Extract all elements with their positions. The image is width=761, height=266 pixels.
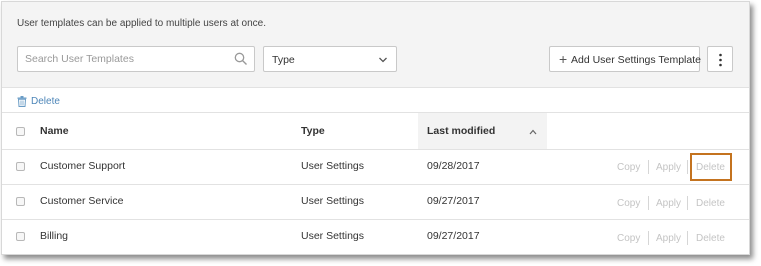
chevron-down-icon <box>379 57 387 63</box>
add-user-settings-template-button[interactable]: + Add User Settings Template <box>549 46 701 72</box>
delete-action[interactable]: Delete <box>696 198 725 209</box>
user-templates-panel: User templates can be applied to multipl… <box>1 1 750 255</box>
apply-action[interactable]: Apply <box>656 162 681 173</box>
template-name: Billing <box>40 230 69 242</box>
template-type: User Settings <box>301 160 365 172</box>
template-type: User Settings <box>301 195 365 207</box>
last-modified-date: 09/27/2017 <box>427 195 480 207</box>
search-box[interactable] <box>17 46 255 72</box>
action-separator <box>687 196 688 210</box>
column-header-name[interactable]: Name <box>40 125 69 137</box>
table-row: Customer Support User Settings 09/28/201… <box>2 149 749 184</box>
add-button-label: Add User Settings Template <box>571 54 701 66</box>
apply-action[interactable]: Apply <box>656 198 681 209</box>
copy-action[interactable]: Copy <box>617 198 640 209</box>
delete-action[interactable]: Delete <box>696 233 725 244</box>
row-checkbox[interactable] <box>16 232 25 241</box>
template-type: User Settings <box>301 230 365 242</box>
copy-action[interactable]: Copy <box>617 162 640 173</box>
more-options-button[interactable] <box>707 46 733 72</box>
table-row: Billing User Settings 09/27/2017 Copy Ap… <box>2 219 749 254</box>
template-name: Customer Service <box>40 195 124 207</box>
action-separator <box>648 160 649 174</box>
search-icon[interactable] <box>234 52 248 66</box>
row-checkbox[interactable] <box>16 162 25 171</box>
type-filter-value: Type <box>272 54 295 66</box>
sort-ascending-icon[interactable] <box>529 128 537 136</box>
action-separator <box>687 231 688 245</box>
action-separator <box>648 231 649 245</box>
intro-text: User templates can be applied to multipl… <box>17 18 267 29</box>
row-checkbox[interactable] <box>16 197 25 206</box>
vertical-ellipsis-icon <box>719 53 722 67</box>
last-modified-date: 09/28/2017 <box>427 160 480 172</box>
plus-icon: + <box>559 51 568 67</box>
apply-action[interactable]: Apply <box>656 233 681 244</box>
table-header-row: Name Type Last modified <box>2 112 749 149</box>
column-header-last-modified[interactable]: Last modified <box>427 125 495 137</box>
action-separator <box>687 160 688 174</box>
bulk-delete-label: Delete <box>31 96 60 107</box>
delete-highlight-box <box>690 153 732 181</box>
select-all-checkbox[interactable] <box>16 127 25 136</box>
type-filter-select[interactable]: Type <box>263 46 397 72</box>
column-header-type[interactable]: Type <box>301 125 325 137</box>
action-separator <box>648 196 649 210</box>
table-row: Customer Service User Settings 09/27/201… <box>2 184 749 219</box>
toolbar-area: User templates can be applied to multipl… <box>2 2 749 88</box>
copy-action[interactable]: Copy <box>617 233 640 244</box>
last-modified-date: 09/27/2017 <box>427 230 480 242</box>
trash-icon <box>17 96 27 107</box>
template-name: Customer Support <box>40 160 126 172</box>
search-input[interactable] <box>18 47 218 71</box>
